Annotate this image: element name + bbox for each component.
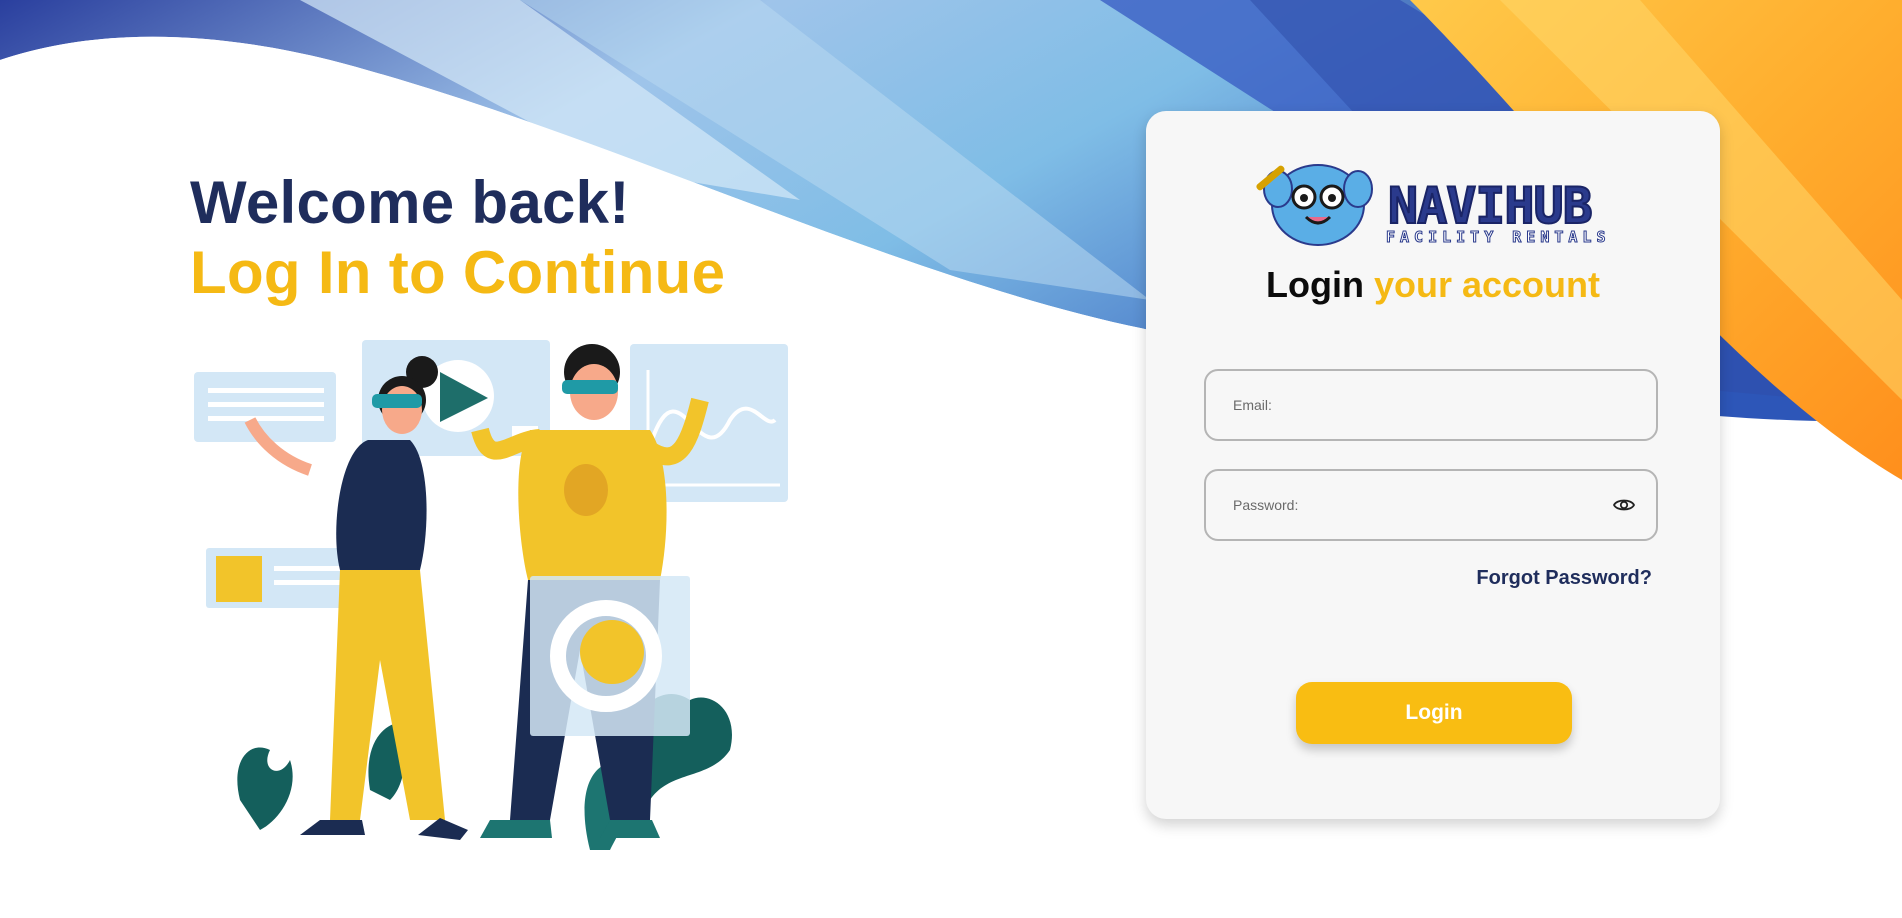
welcome-heading: Welcome back!	[190, 169, 630, 236]
card-title-account: your account	[1373, 264, 1601, 305]
login-card: NAVIHUB FACILITY RENTALS Login your acco…	[1146, 111, 1720, 819]
card-title: Login your account	[1146, 263, 1720, 307]
login-subheading: Log In to Continue	[190, 239, 726, 306]
email-input[interactable]	[1206, 371, 1656, 439]
logo-name: NAVIHUB	[1387, 177, 1594, 235]
password-input[interactable]	[1206, 471, 1656, 539]
login-button[interactable]: Login	[1296, 682, 1572, 744]
show-password-toggle[interactable]	[1612, 493, 1636, 517]
navihub-logo: NAVIHUB FACILITY RENTALS	[1240, 155, 1620, 251]
hero-heading: Welcome back! Log In to Continue	[190, 168, 725, 308]
vr-people-illustration	[194, 340, 788, 850]
email-field	[1204, 369, 1658, 441]
eye-icon	[1612, 499, 1636, 511]
password-field	[1204, 469, 1658, 541]
card-title-login: Login	[1265, 264, 1364, 305]
logo-tagline: FACILITY RENTALS	[1386, 228, 1611, 246]
mascot-icon	[1256, 164, 1373, 246]
login-page: Welcome back! Log In to Continue NAVIHUB…	[0, 0, 1902, 918]
forgot-password-link[interactable]: Forgot Password?	[1476, 567, 1652, 590]
